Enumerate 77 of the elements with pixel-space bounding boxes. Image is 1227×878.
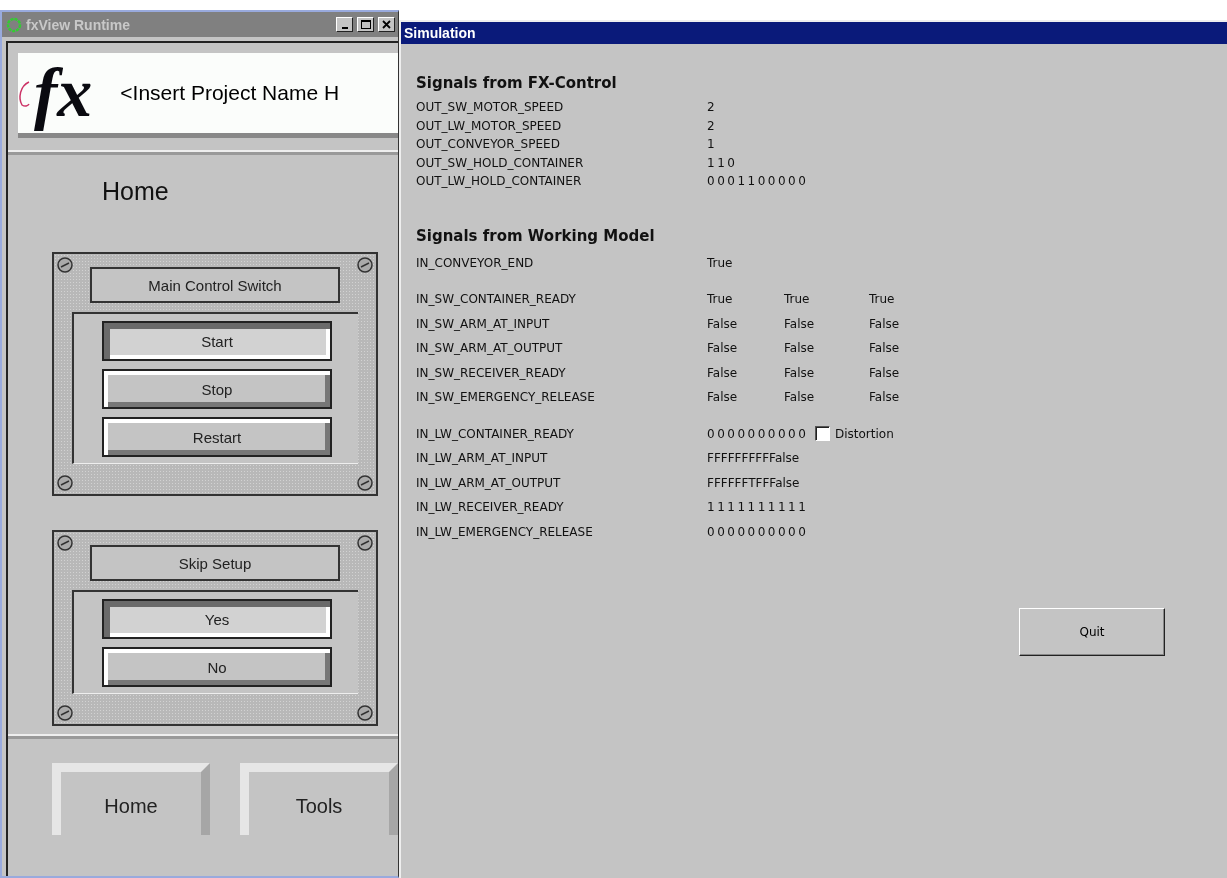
maximize-icon: [360, 20, 371, 29]
screw-icon: [57, 705, 73, 721]
signal-value: False: [869, 365, 900, 380]
signal-value: False: [784, 390, 815, 405]
window-title: Simulation: [401, 22, 1227, 44]
minimize-button[interactable]: [336, 17, 353, 32]
signal-value: True: [869, 292, 895, 307]
screw-icon: [57, 257, 73, 273]
signal-value: False: [869, 316, 900, 331]
section-heading: Signals from FX-Control: [416, 74, 618, 92]
window-title: fxView Runtime: [26, 16, 131, 33]
signal-value: True: [784, 292, 810, 307]
toggle-button[interactable]: Stop: [102, 369, 332, 409]
signal-name: IN_SW_ARM_AT_INPUT: [416, 316, 551, 331]
screw-icon: [57, 475, 73, 491]
panel-title: Main Control Switch: [90, 267, 340, 303]
signal-value: False: [707, 365, 738, 380]
signal-name: IN_LW_CONTAINER_READY: [416, 426, 575, 441]
signal-value: False: [707, 341, 738, 356]
checkbox-label: Distortion: [835, 426, 894, 441]
signal-name: OUT_SW_MOTOR_SPEED: [416, 100, 565, 115]
signal-name: IN_LW_ARM_AT_INPUT: [416, 451, 549, 466]
screw-icon: [57, 535, 73, 551]
signal-value: True: [707, 292, 733, 307]
page-title: Home: [102, 177, 170, 206]
signal-value: True: [707, 255, 733, 270]
signal-name: IN_SW_CONTAINER_READY: [416, 292, 577, 307]
project-name: <Insert Project Name H: [120, 81, 340, 105]
signal-name: IN_LW_EMERGENCY_RELEASE: [416, 524, 594, 539]
signal-name: OUT_CONVEYOR_SPEED: [416, 137, 561, 152]
screw-icon: [357, 257, 373, 273]
signal-value: 110: [707, 155, 738, 170]
nav-button[interactable]: Tools: [240, 763, 398, 835]
signal-value: False: [869, 341, 900, 356]
signal-value: False: [869, 390, 900, 405]
signal-value: FFFFFFFFFFalse: [707, 451, 800, 466]
signal-value: False: [707, 390, 738, 405]
screw-icon: [357, 475, 373, 491]
signal-name: IN_LW_ARM_AT_OUTPUT: [416, 475, 562, 490]
signal-name: IN_SW_RECEIVER_READY: [416, 365, 567, 380]
close-icon: [382, 20, 391, 29]
screw-icon: [357, 535, 373, 551]
toggle-button[interactable]: Yes: [102, 599, 332, 639]
screw-icon: [357, 705, 373, 721]
signal-value: False: [784, 365, 815, 380]
signal-value: 2: [707, 118, 715, 133]
signal-value: 2: [707, 100, 715, 115]
signal-value: 1: [707, 137, 718, 152]
signal-name: OUT_SW_HOLD_CONTAINER: [416, 155, 585, 170]
close-button[interactable]: [378, 17, 395, 32]
logo-text: fx: [33, 53, 94, 133]
ring-icon: [6, 16, 22, 33]
signal-value: False: [784, 316, 815, 331]
signal-name: IN_SW_EMERGENCY_RELEASE: [416, 390, 596, 405]
minimize-icon: [341, 27, 348, 29]
signal-value: 0000000000: [707, 524, 809, 539]
checkbox[interactable]: [815, 426, 830, 442]
signal-name: IN_LW_RECEIVER_READY: [416, 500, 565, 515]
signal-value: 1111111111: [707, 500, 809, 515]
signal-value: False: [784, 341, 815, 356]
signal-name: OUT_LW_MOTOR_SPEED: [416, 118, 563, 133]
signal-name: OUT_LW_HOLD_CONTAINER: [416, 174, 583, 189]
toggle-button[interactable]: Start: [102, 321, 332, 361]
section-heading: Signals from Working Model: [416, 226, 656, 245]
toggle-button[interactable]: Restart: [102, 417, 332, 457]
signal-value: False: [707, 316, 738, 331]
signal-value: FFFFFFTFFFalse: [707, 475, 800, 490]
orbit-icon: [18, 78, 30, 108]
toggle-button[interactable]: No: [102, 647, 332, 687]
signal-name: IN_CONVEYOR_END: [416, 255, 535, 270]
nav-button[interactable]: Home: [52, 763, 210, 835]
signal-name: IN_SW_ARM_AT_OUTPUT: [416, 341, 564, 356]
signal-value: 0000000000: [707, 426, 809, 441]
quit-button[interactable]: Quit: [1019, 608, 1165, 656]
signal-value: 0001100000: [707, 174, 809, 189]
panel-title: Skip Setup: [90, 545, 340, 581]
maximize-button[interactable]: [357, 17, 374, 32]
